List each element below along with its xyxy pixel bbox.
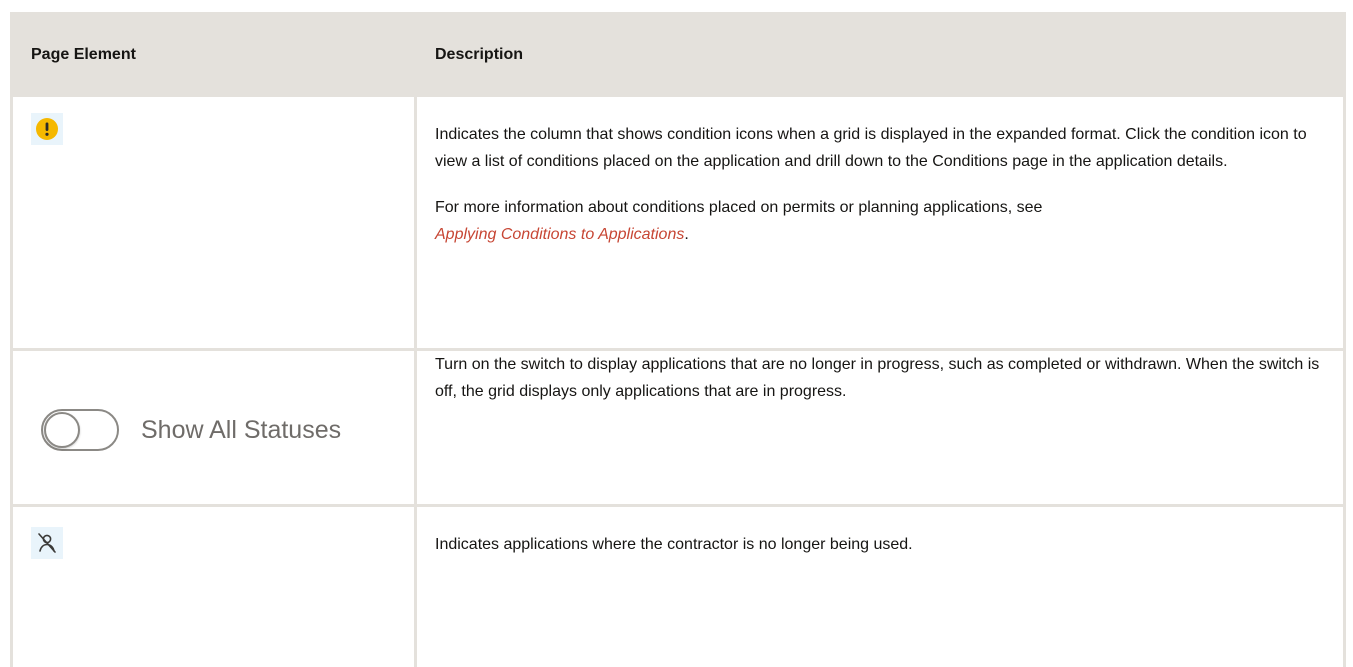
header-description: Description (416, 14, 1345, 96)
page-elements-table: Page Element Description Indicates the c… (10, 12, 1346, 667)
table-row: Indicates applications where the contrac… (12, 506, 1345, 667)
show-all-statuses-control: Show All Statuses (41, 409, 341, 451)
element-cell (12, 506, 416, 667)
contractor-icon-wrapper (31, 527, 63, 559)
description-text: For more information about conditions pl… (435, 194, 1325, 248)
element-cell (12, 96, 416, 350)
description-text: Turn on the switch to display applicatio… (435, 351, 1325, 405)
show-all-statuses-switch[interactable] (41, 409, 119, 451)
description-cell: Indicates applications where the contrac… (416, 506, 1345, 667)
link-suffix: . (684, 226, 688, 243)
description-text: Indicates applications where the contrac… (435, 531, 1325, 558)
description-cell: Turn on the switch to display applicatio… (416, 350, 1345, 506)
table-row: Show All Statuses Turn on the switch to … (12, 350, 1345, 506)
exclamation-circle-icon (36, 118, 58, 140)
switch-knob (44, 412, 80, 448)
description-cell: Indicates the column that shows conditio… (416, 96, 1345, 350)
table-row: Indicates the column that shows conditio… (12, 96, 1345, 350)
description-text-lead: For more information about conditions pl… (435, 199, 1042, 216)
description-text: Indicates the column that shows conditio… (435, 121, 1325, 175)
element-cell: Show All Statuses (12, 350, 416, 506)
contractor-removed-icon (35, 531, 59, 555)
show-all-statuses-label: Show All Statuses (141, 417, 341, 444)
applying-conditions-link[interactable]: Applying Conditions to Applications (435, 226, 684, 243)
condition-icon-wrapper (31, 113, 63, 145)
table-header-row: Page Element Description (12, 14, 1345, 96)
header-page-element: Page Element (12, 14, 416, 96)
